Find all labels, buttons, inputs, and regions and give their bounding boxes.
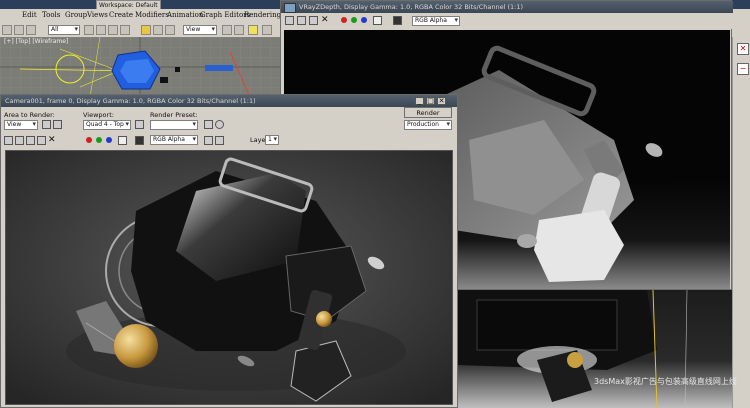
print-icon[interactable] xyxy=(26,136,35,145)
render-setup-icon[interactable] xyxy=(204,120,213,129)
clear-icon[interactable]: ✕ xyxy=(48,136,57,145)
app-window-icon xyxy=(284,3,296,13)
minimize-icon[interactable]: _ xyxy=(415,97,424,105)
clone-icon[interactable] xyxy=(297,16,306,25)
undo-icon[interactable] xyxy=(2,25,12,35)
green-channel-toggle[interactable] xyxy=(351,17,357,23)
edit-region-icon[interactable] xyxy=(42,120,51,129)
angle-snap-icon[interactable] xyxy=(262,25,272,35)
vray-toolbar: ✕ RGB Alpha xyxy=(281,13,733,29)
menu-tools[interactable]: Tools xyxy=(42,11,60,19)
redo-icon[interactable] xyxy=(14,25,24,35)
render-preset-dropdown[interactable] xyxy=(150,120,198,130)
select-object-icon[interactable] xyxy=(84,25,94,35)
command-panel: ✕ − xyxy=(732,37,750,408)
vray-channel-dropdown[interactable]: RGB Alpha xyxy=(412,16,460,26)
window-crossing-icon[interactable] xyxy=(120,25,130,35)
blue-channel-toggle[interactable] xyxy=(106,137,112,143)
camera-window-title-bar[interactable]: Camera001, frame 0, Display Gamma: 1.0, … xyxy=(1,95,457,107)
menu-group[interactable]: Group xyxy=(65,11,87,19)
maximize-icon[interactable]: □ xyxy=(426,97,435,105)
render-button[interactable]: Render xyxy=(404,107,452,118)
vray-window-title: VRayZDepth, Display Gamma: 1.0, RGBA Col… xyxy=(299,3,524,11)
clear-icon[interactable]: ✕ xyxy=(321,16,330,25)
background-render-fragment xyxy=(457,290,732,408)
blue-channel-toggle[interactable] xyxy=(361,17,367,23)
region-select-icon[interactable] xyxy=(108,25,118,35)
minus-icon[interactable]: − xyxy=(737,63,749,75)
menu-graph-editors[interactable]: Graph Editors xyxy=(200,11,250,19)
selection-filter-dropdown[interactable]: All xyxy=(48,25,80,35)
watermark-text: 3dsMax影视广告与包装高级直线网上线 xyxy=(594,377,737,386)
menu-modifiers[interactable]: Modifiers xyxy=(135,11,169,19)
color-swatch[interactable] xyxy=(135,136,144,145)
scale-icon[interactable] xyxy=(165,25,175,35)
camera-channel-dropdown[interactable]: RGB Alpha xyxy=(150,135,198,145)
viewport-top-wireframe[interactable] xyxy=(0,37,280,97)
print-icon[interactable] xyxy=(309,16,318,25)
copy-icon[interactable] xyxy=(37,136,46,145)
rotate-icon[interactable] xyxy=(153,25,163,35)
save-image-icon[interactable] xyxy=(285,16,294,25)
color-swatch[interactable] xyxy=(393,16,402,25)
snap-toggle-icon[interactable] xyxy=(248,25,258,35)
area-to-render-dropdown[interactable]: View xyxy=(4,120,38,130)
render-preset-label: Render Preset: xyxy=(150,111,198,119)
move-icon[interactable] xyxy=(141,25,151,35)
auto-region-icon[interactable] xyxy=(53,120,62,129)
select-by-name-icon[interactable] xyxy=(96,25,106,35)
camera-render-image xyxy=(5,150,453,405)
menu-create[interactable]: Create xyxy=(109,11,133,19)
engine-render xyxy=(6,151,452,404)
environment-icon[interactable] xyxy=(215,120,224,129)
overlay-icon[interactable] xyxy=(215,136,224,145)
vray-window-title-bar[interactable]: VRayZDepth, Display Gamma: 1.0, RGBA Col… xyxy=(281,1,733,13)
green-channel-toggle[interactable] xyxy=(96,137,102,143)
close-window-icon[interactable]: ✕ xyxy=(437,97,446,105)
lock-viewport-icon[interactable] xyxy=(135,120,144,129)
clone-icon[interactable] xyxy=(15,136,24,145)
menu-edit[interactable]: Edit xyxy=(22,11,37,19)
select-manipulate-icon[interactable] xyxy=(234,25,244,35)
camera-window-title: Camera001, frame 0, Display Gamma: 1.0, … xyxy=(5,97,256,105)
render-fragment-image xyxy=(457,290,732,408)
close-icon[interactable]: ✕ xyxy=(737,43,749,55)
red-channel-toggle[interactable] xyxy=(341,17,347,23)
viewport-field-label: Viewport: xyxy=(83,111,114,119)
pivot-icon[interactable] xyxy=(222,25,232,35)
menu-rendering[interactable]: Rendering xyxy=(244,11,281,19)
reference-coordinate-dropdown[interactable]: View xyxy=(183,25,217,35)
menu-animation[interactable]: Animation xyxy=(167,11,203,19)
menu-views[interactable]: Views xyxy=(87,11,108,19)
link-icon[interactable] xyxy=(26,25,36,35)
viewport-label[interactable]: [+] [Top] [Wireframe] xyxy=(4,38,68,45)
wireframe-scene xyxy=(0,37,280,97)
red-channel-toggle[interactable] xyxy=(86,137,92,143)
viewport-dropdown[interactable]: Quad 4 - Top xyxy=(83,120,131,130)
alpha-channel-toggle[interactable] xyxy=(373,16,382,25)
alpha-channel-toggle[interactable] xyxy=(118,136,127,145)
layer-spinner[interactable]: 1 xyxy=(265,135,279,145)
save-image-icon[interactable] xyxy=(4,136,13,145)
production-dropdown[interactable]: Production xyxy=(404,120,452,130)
camera-render-window: Camera001, frame 0, Display Gamma: 1.0, … xyxy=(0,94,458,408)
area-to-render-label: Area to Render: xyxy=(4,111,55,119)
display-toggle-icon[interactable] xyxy=(204,136,213,145)
camera-toolbar: ✕ RGB Alpha Layer: 1 xyxy=(1,133,457,147)
